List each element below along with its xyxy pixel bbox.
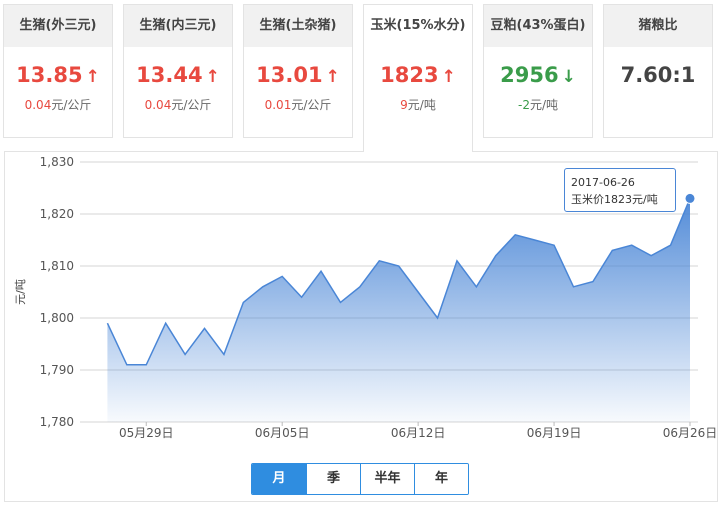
highlighted-data-point bbox=[684, 192, 696, 204]
tooltip-date: 2017-06-26 bbox=[571, 176, 635, 189]
range-button-month[interactable]: 月 bbox=[252, 464, 306, 494]
range-button-half-year[interactable]: 半年 bbox=[360, 464, 414, 494]
x-tick-label: 06月05日 bbox=[255, 426, 310, 440]
y-axis-label: 元/吨 bbox=[14, 279, 27, 305]
price-value: 1823 bbox=[380, 63, 439, 87]
y-tick-label: 1,780 bbox=[40, 415, 74, 429]
range-button-year[interactable]: 年 bbox=[414, 464, 468, 494]
up-arrow-icon: ↑ bbox=[441, 67, 456, 87]
x-tick-label: 06月26日 bbox=[663, 426, 718, 440]
card-corn[interactable]: 玉米(15%水分) 1823 ↑ 9元/吨 bbox=[363, 4, 473, 152]
y-tick-label: 1,790 bbox=[40, 363, 74, 377]
x-tick-label: 06月19日 bbox=[527, 426, 582, 440]
x-tick-label: 06月12日 bbox=[391, 426, 446, 440]
range-selector: 月 季 半年 年 bbox=[251, 463, 469, 495]
range-button-quarter[interactable]: 季 bbox=[306, 464, 360, 494]
tooltip-label: 玉米价1823元/吨 bbox=[571, 193, 658, 206]
series-area bbox=[107, 198, 690, 422]
x-tick-label: 05月29日 bbox=[119, 426, 174, 440]
card-title: 玉米(15%水分) bbox=[364, 5, 472, 47]
y-tick-label: 1,820 bbox=[40, 207, 74, 221]
change-unit: 元/吨 bbox=[407, 98, 436, 112]
card-change: 9元/吨 bbox=[364, 96, 472, 113]
change-value: 9 bbox=[400, 98, 408, 112]
y-tick-label: 1,830 bbox=[40, 155, 74, 169]
card-price: 1823 ↑ bbox=[364, 61, 472, 89]
y-tick-label: 1,800 bbox=[40, 311, 74, 325]
y-tick-label: 1,810 bbox=[40, 259, 74, 273]
price-chart: 1,780 1,790 1,800 1,810 1,820 1,830 05月29日 06月0… bbox=[14, 155, 718, 440]
chart-tooltip: 2017-06-26 玉米价1823元/吨 bbox=[564, 168, 676, 212]
